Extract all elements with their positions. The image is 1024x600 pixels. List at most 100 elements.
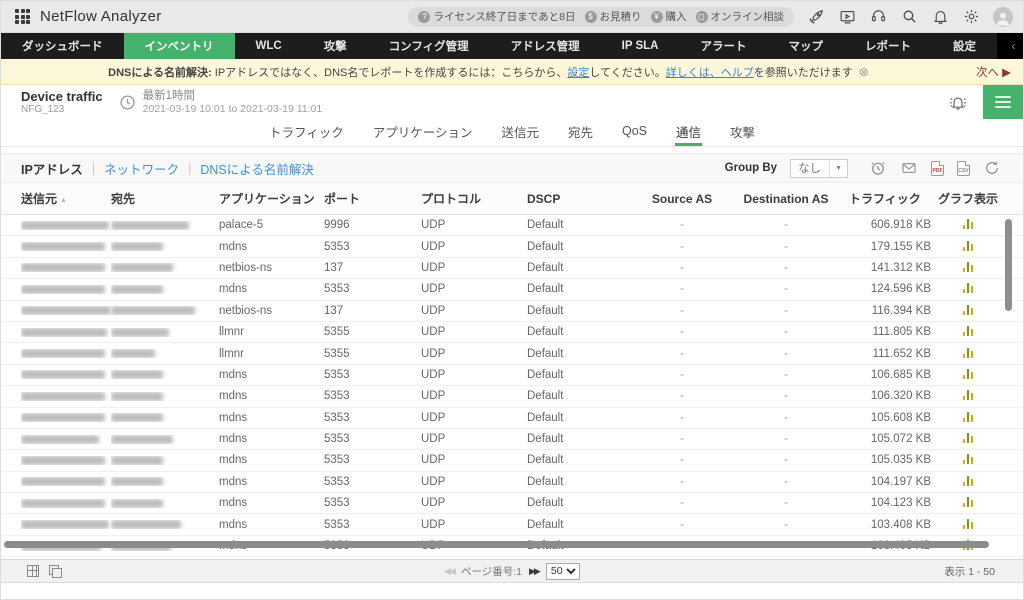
column-header-1[interactable]: 送信元▲ bbox=[21, 190, 111, 207]
nav-item-4[interactable]: 攻撃 bbox=[303, 33, 368, 59]
bar-chart-icon[interactable] bbox=[963, 261, 974, 272]
nav-item-1[interactable]: ダッシュボード bbox=[1, 33, 124, 59]
apps-grid-icon[interactable] bbox=[15, 9, 30, 24]
table-row[interactable]: palace-59996UDPDefault--606.918 KB bbox=[1, 215, 1023, 236]
online-consult-link[interactable]: ◻オンライン相談 bbox=[696, 9, 785, 24]
source-cell-redacted bbox=[21, 349, 111, 358]
notice-close-icon[interactable]: ⊗ bbox=[859, 65, 869, 79]
nav-item-10[interactable]: レポート bbox=[844, 33, 932, 59]
bar-chart-icon[interactable] bbox=[963, 453, 974, 464]
notice-settings-link[interactable]: 設定 bbox=[567, 67, 589, 79]
table-row[interactable]: mdns5353UDPDefault--105.072 KB bbox=[1, 429, 1023, 450]
nav-item-3[interactable]: WLC bbox=[235, 33, 303, 59]
quote-link[interactable]: $お見積り bbox=[585, 9, 642, 24]
column-header-9[interactable]: トラフィック bbox=[839, 190, 937, 207]
tab-4[interactable]: 宛先 bbox=[567, 119, 594, 146]
nav-item-8[interactable]: アラート bbox=[679, 33, 767, 59]
search-icon[interactable] bbox=[900, 8, 918, 26]
rocket-icon[interactable] bbox=[807, 8, 825, 26]
table-row[interactable]: mdns5353UDPDefault--179.155 KB bbox=[1, 236, 1023, 257]
prev-page-icon[interactable]: ◀◀ bbox=[444, 566, 454, 577]
panel-menu-button[interactable] bbox=[983, 85, 1023, 119]
next-page-icon[interactable]: ▶▶ bbox=[529, 566, 539, 577]
tab-3[interactable]: 送信元 bbox=[500, 119, 540, 146]
horizontal-scrollbar[interactable] bbox=[4, 541, 989, 548]
bar-chart-icon[interactable] bbox=[963, 518, 974, 529]
bar-chart-icon[interactable] bbox=[963, 389, 974, 400]
license-days-remaining[interactable]: ?ライセンス終了日まであと8日 bbox=[418, 9, 575, 24]
bar-chart-icon[interactable] bbox=[963, 496, 974, 507]
export-csv-icon[interactable]: CSV bbox=[957, 161, 970, 176]
view-dns-resolve-link[interactable]: DNSによる名前解決 bbox=[200, 159, 314, 178]
column-header-7[interactable]: Source AS bbox=[631, 192, 733, 206]
table-row[interactable]: mdns5353UDPDefault--106.685 KB bbox=[1, 365, 1023, 386]
nav-item-11[interactable]: 設定 bbox=[932, 33, 997, 59]
nav-item-2[interactable]: インベントリ bbox=[124, 33, 235, 59]
table-row[interactable]: mdns5353UDPDefault--104.197 KB bbox=[1, 472, 1023, 493]
table-row[interactable]: mdns5353UDPDefault--124.596 KB bbox=[1, 279, 1023, 300]
bar-chart-icon[interactable] bbox=[963, 432, 974, 443]
vertical-scrollbar[interactable] bbox=[1005, 219, 1012, 311]
column-header-4[interactable]: ポート bbox=[324, 190, 421, 207]
group-by-select[interactable]: なし ▼ bbox=[790, 159, 848, 178]
nav-item-9[interactable]: マップ bbox=[767, 33, 844, 59]
tab-6[interactable]: 通信 bbox=[675, 119, 702, 146]
export-pdf-icon[interactable]: PDF bbox=[931, 161, 944, 176]
bar-chart-icon[interactable] bbox=[963, 368, 974, 379]
column-header-6[interactable]: DSCP bbox=[527, 192, 631, 206]
table-row[interactable]: mdns5353UDPDefault--105.035 KB bbox=[1, 450, 1023, 471]
column-header-10[interactable]: グラフ表示 bbox=[937, 190, 999, 207]
view-network-link[interactable]: ネットワーク bbox=[104, 159, 179, 178]
table-row[interactable]: llmnr5355UDPDefault--111.805 KB bbox=[1, 322, 1023, 343]
column-header-8[interactable]: Destination AS bbox=[733, 192, 839, 206]
nav-item-5[interactable]: コンフィグ管理 bbox=[368, 33, 490, 59]
nav-item-6[interactable]: アドレス管理 bbox=[490, 33, 601, 59]
notice-help-link[interactable]: 詳しくは、ヘルプ bbox=[666, 67, 754, 79]
view-ip-address[interactable]: IPアドレス bbox=[21, 159, 83, 178]
nav-item-7[interactable]: IP SLA bbox=[601, 33, 680, 59]
dscp-cell: Default bbox=[527, 369, 631, 381]
page-size-select[interactable]: 50 bbox=[546, 563, 580, 580]
protocol-cell: UDP bbox=[421, 390, 527, 402]
refresh-icon[interactable] bbox=[983, 159, 1001, 177]
bar-chart-icon[interactable] bbox=[963, 475, 974, 486]
notifications-bell-icon[interactable] bbox=[931, 8, 949, 26]
demo-video-icon[interactable] bbox=[838, 8, 856, 26]
table-row[interactable]: netbios-ns137UDPDefault--116.394 KB bbox=[1, 301, 1023, 322]
time-range-selector[interactable]: 最新1時間 2021-03-19 10:01 to 2021-03-19 11:… bbox=[119, 89, 323, 115]
purchase-link[interactable]: ¥購入 bbox=[651, 9, 687, 24]
bar-chart-icon[interactable] bbox=[963, 304, 974, 315]
tab-1[interactable]: トラフィック bbox=[268, 119, 345, 146]
protocol-cell: UDP bbox=[421, 519, 527, 531]
tab-7[interactable]: 攻撃 bbox=[729, 119, 756, 146]
nav-scroll-left-icon[interactable]: ‹ bbox=[997, 33, 1024, 59]
bar-chart-icon[interactable] bbox=[963, 325, 974, 336]
bar-chart-icon[interactable] bbox=[963, 282, 974, 293]
graph-cell bbox=[937, 261, 999, 275]
tab-2[interactable]: アプリケーション bbox=[372, 119, 474, 146]
column-header-5[interactable]: プロトコル bbox=[421, 190, 527, 207]
support-headset-icon[interactable] bbox=[869, 8, 887, 26]
notice-next-button[interactable]: 次へ ▶ bbox=[976, 64, 1023, 80]
source-as-cell: - bbox=[631, 262, 733, 274]
table-row[interactable]: mdns5353UDPDefault--105.608 KB bbox=[1, 408, 1023, 429]
email-report-icon[interactable] bbox=[900, 159, 918, 177]
bar-chart-icon[interactable] bbox=[963, 218, 974, 229]
table-row[interactable]: mdns5353UDPDefault--103.408 KB bbox=[1, 514, 1023, 535]
bar-chart-icon[interactable] bbox=[963, 411, 974, 422]
tab-5[interactable]: QoS bbox=[621, 119, 648, 146]
bar-chart-icon[interactable] bbox=[963, 347, 974, 358]
table-row[interactable]: mdns5353UDPDefault--104.123 KB bbox=[1, 493, 1023, 514]
column-header-2[interactable]: 宛先 bbox=[111, 190, 219, 207]
graph-cell bbox=[937, 347, 999, 361]
table-row[interactable]: mdns5353UDPDefault--106.320 KB bbox=[1, 386, 1023, 407]
bar-chart-icon[interactable] bbox=[963, 240, 974, 251]
column-header-3[interactable]: アプリケーション bbox=[219, 190, 324, 207]
redacted-text bbox=[21, 285, 105, 294]
alarm-bell-icon[interactable] bbox=[947, 92, 969, 112]
user-avatar[interactable] bbox=[993, 7, 1013, 27]
schedule-report-icon[interactable] bbox=[869, 159, 887, 177]
table-row[interactable]: llmnr5355UDPDefault--111.652 KB bbox=[1, 343, 1023, 364]
table-row[interactable]: netbios-ns137UDPDefault--141.312 KB bbox=[1, 258, 1023, 279]
settings-gear-icon[interactable] bbox=[962, 8, 980, 26]
